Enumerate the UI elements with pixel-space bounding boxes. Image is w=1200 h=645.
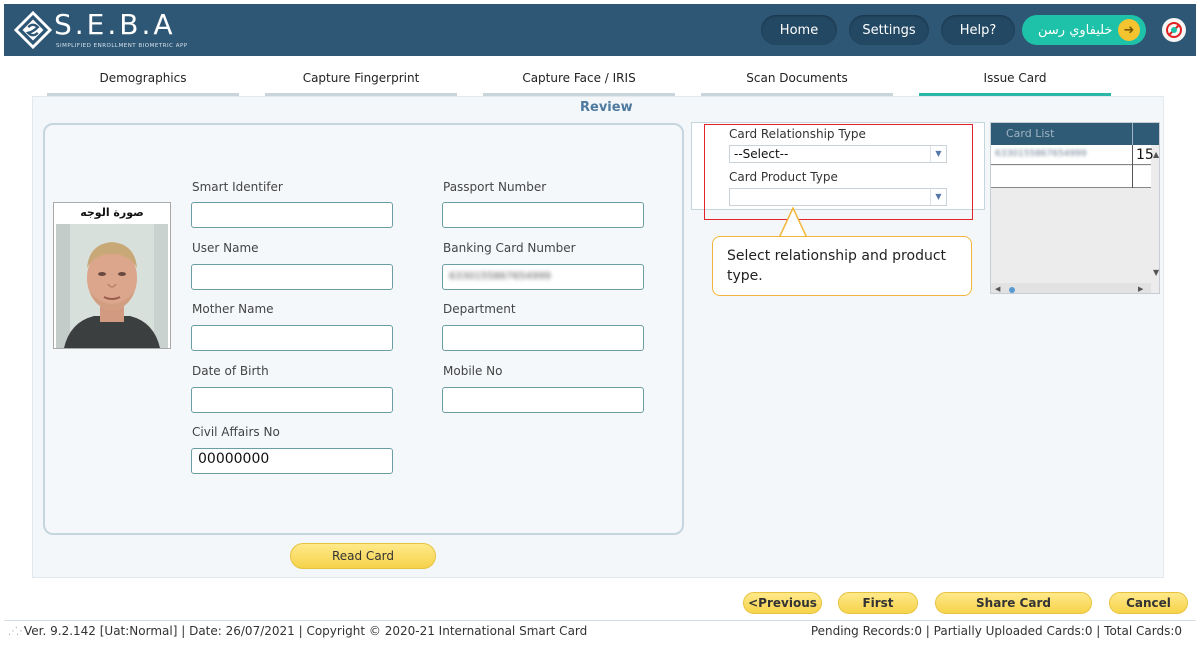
card-product-type-label: Card Product Type xyxy=(729,170,838,184)
passport-number-input[interactable] xyxy=(442,202,644,228)
user-name-label: User Name xyxy=(192,241,259,255)
user-button[interactable]: خليفاوي رسن ➜ xyxy=(1022,15,1146,45)
chevron-down-icon[interactable]: ▼ xyxy=(930,146,946,162)
date-of-birth-input[interactable] xyxy=(191,387,393,413)
logo-subtitle: SIMPLIFIED ENROLLMENT BIOMETRIC APP xyxy=(56,43,188,49)
face-photo-label: صورة الوجه xyxy=(80,206,144,219)
grip-icon: ⋰⋰ xyxy=(524,626,542,637)
status-bar: ⋰⋰ Ver. 9.2.142 [Uat:Normal] | Date: 26/… xyxy=(4,620,1196,642)
first-button[interactable]: First xyxy=(838,592,918,614)
scroll-thumb[interactable] xyxy=(1009,287,1015,293)
card-number-cell: 6330155867654999 xyxy=(995,149,1087,159)
card-list-grid[interactable]: Card List 6330155867654999 15 ▲ ▼ ◀ ▶ xyxy=(990,122,1160,294)
previous-button[interactable]: <Previous xyxy=(743,592,822,614)
mother-name-input[interactable] xyxy=(191,325,393,351)
logout-arrow-icon[interactable]: ➜ xyxy=(1118,19,1140,41)
scroll-down-icon[interactable]: ▼ xyxy=(1153,268,1159,277)
smart-identifier-input[interactable] xyxy=(191,202,393,228)
read-card-button[interactable]: Read Card xyxy=(290,543,436,569)
horizontal-scrollbar[interactable] xyxy=(991,283,1151,293)
app-window: S.E.B.A SIMPLIFIED ENROLLMENT BIOMETRIC … xyxy=(0,0,1200,645)
review-title: Review xyxy=(580,100,633,115)
scroll-left-icon[interactable]: ◀ xyxy=(995,285,1000,293)
mobile-no-label: Mobile No xyxy=(443,364,503,378)
scroll-right-icon[interactable]: ▶ xyxy=(1138,285,1143,293)
banking-card-number-label: Banking Card Number xyxy=(443,241,576,255)
tab-capture-face-iris[interactable]: Capture Face / IRIS xyxy=(483,70,675,96)
smart-identifier-label: Smart Identifer xyxy=(192,180,283,194)
tab-scan-documents[interactable]: Scan Documents xyxy=(701,70,893,96)
callout-tooltip: Select relationship and product type. xyxy=(712,236,972,296)
table-row[interactable] xyxy=(991,166,1151,188)
scroll-up-icon[interactable]: ▲ xyxy=(1153,150,1159,159)
cancel-button[interactable]: Cancel xyxy=(1109,592,1188,614)
department-input[interactable] xyxy=(442,325,644,351)
card-relationship-type-select[interactable]: --Select-- ▼ xyxy=(729,145,947,163)
civil-affairs-no-label: Civil Affairs No xyxy=(192,425,280,439)
tab-capture-fingerprint[interactable]: Capture Fingerprint xyxy=(265,70,457,96)
settings-button[interactable]: Settings xyxy=(849,15,929,45)
help-button[interactable]: Help? xyxy=(941,15,1015,45)
user-name-input[interactable] xyxy=(191,264,393,290)
passport-number-label: Passport Number xyxy=(443,180,547,194)
mobile-no-input[interactable] xyxy=(442,387,644,413)
column-separator xyxy=(1132,123,1133,145)
home-button[interactable]: Home xyxy=(761,15,837,45)
banking-card-number-value: 6330155867654999 xyxy=(449,271,551,282)
status-card-counts: Pending Records:0 | Partially Uploaded C… xyxy=(810,624,1182,638)
card-product-type-select[interactable]: ▼ xyxy=(729,188,947,206)
share-card-button[interactable]: Share Card xyxy=(935,592,1092,614)
logo-title: S.E.B.A xyxy=(54,8,176,41)
no-entry-icon[interactable] xyxy=(1162,18,1186,42)
face-photo-card: صورة الوجه xyxy=(53,202,171,349)
tab-demographics[interactable]: Demographics xyxy=(47,70,239,96)
chevron-down-icon[interactable]: ▼ xyxy=(930,189,946,205)
card-relationship-type-value: --Select-- xyxy=(734,147,789,161)
date-of-birth-label: Date of Birth xyxy=(192,364,269,378)
user-name: خليفاوي رسن xyxy=(1038,22,1113,38)
card-relationship-type-label: Card Relationship Type xyxy=(729,127,866,141)
face-photo xyxy=(56,224,168,348)
mother-name-label: Mother Name xyxy=(192,302,274,316)
status-version-info: Ver. 9.2.142 [Uat:Normal] | Date: 26/07/… xyxy=(24,624,588,638)
tab-issue-card[interactable]: Issue Card xyxy=(919,70,1111,96)
app-header: S.E.B.A SIMPLIFIED ENROLLMENT BIOMETRIC … xyxy=(4,4,1196,56)
logo-mark-icon xyxy=(14,11,52,49)
seba-logo: S.E.B.A SIMPLIFIED ENROLLMENT BIOMETRIC … xyxy=(14,8,187,52)
grip-icon: ⋰⋰ xyxy=(8,626,26,637)
banking-card-number-input[interactable]: 6330155867654999 xyxy=(442,264,644,290)
department-label: Department xyxy=(443,302,516,316)
card-count-cell: 15 xyxy=(1136,147,1154,163)
card-list-header: Card List xyxy=(991,123,1159,145)
column-separator xyxy=(1132,145,1133,188)
callout-pointer xyxy=(778,207,808,239)
civil-affairs-no-input[interactable]: 00000000 xyxy=(191,448,393,474)
